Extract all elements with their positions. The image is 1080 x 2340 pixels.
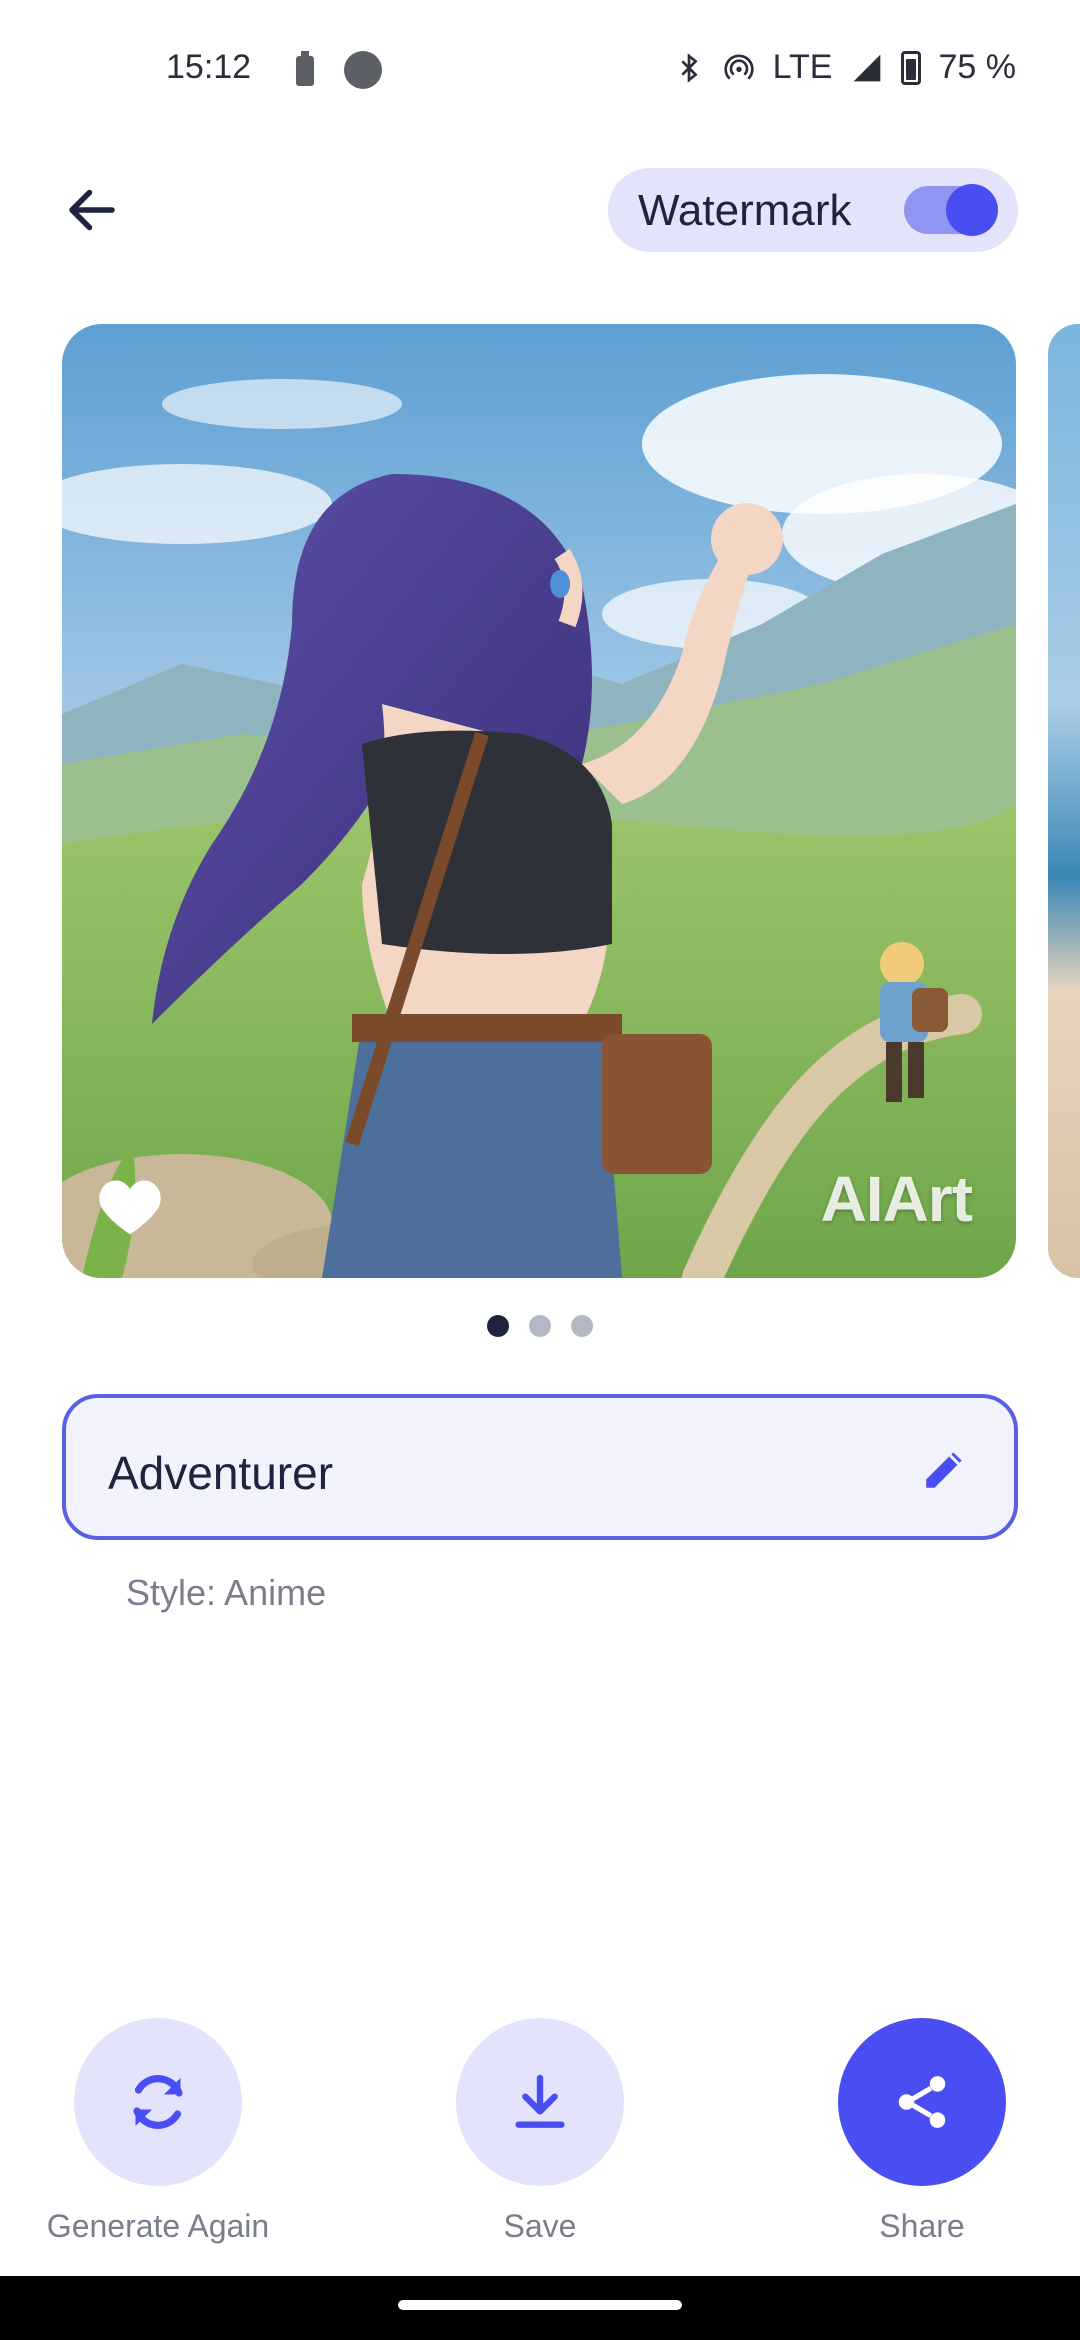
signal-icon bbox=[853, 54, 880, 81]
watermark-toggle-chip[interactable]: Watermark bbox=[608, 168, 1018, 252]
notification-dot-icon bbox=[344, 51, 382, 89]
generate-again-button[interactable]: Generate Again bbox=[38, 2018, 278, 2245]
next-artwork-preview[interactable] bbox=[1048, 324, 1080, 1278]
save-button[interactable]: Save bbox=[420, 2018, 660, 2245]
battery-saver-icon bbox=[296, 51, 314, 86]
generate-again-circle[interactable] bbox=[74, 2018, 242, 2186]
network-type: LTE bbox=[772, 48, 833, 86]
artwork-title-field[interactable]: Adventurer bbox=[62, 1394, 1018, 1540]
download-icon bbox=[515, 2074, 565, 2128]
artwork-carousel[interactable]: AIArt bbox=[62, 324, 1080, 1278]
share-icon bbox=[898, 2076, 946, 2128]
page-dot-3[interactable] bbox=[571, 1315, 593, 1337]
system-nav-bar bbox=[0, 2276, 1080, 2340]
image-watermark: AIArt bbox=[820, 1163, 973, 1235]
status-icons: LTE 75 % bbox=[673, 48, 1016, 87]
home-gesture-handle[interactable] bbox=[398, 2300, 682, 2310]
switch-knob bbox=[946, 184, 998, 236]
artwork-title: Adventurer bbox=[108, 1447, 334, 1499]
hotspot-icon bbox=[724, 54, 754, 80]
artwork-image[interactable]: AIArt bbox=[62, 324, 1016, 1278]
back-arrow-icon[interactable] bbox=[62, 180, 122, 240]
share-label: Share bbox=[879, 2208, 965, 2244]
battery-percent: 75 % bbox=[938, 48, 1017, 86]
status-time: 15:12 bbox=[166, 48, 252, 86]
page-dot-1[interactable] bbox=[487, 1315, 509, 1337]
share-button[interactable]: Share bbox=[802, 2018, 1042, 2245]
artwork-illustration bbox=[62, 324, 1016, 1278]
artwork-style: Style: Anime bbox=[126, 1572, 327, 1613]
page-dot-2[interactable] bbox=[529, 1315, 551, 1337]
generate-again-label: Generate Again bbox=[46, 2208, 270, 2244]
favorite-heart-icon[interactable] bbox=[96, 1174, 164, 1238]
bluetooth-icon bbox=[681, 52, 698, 83]
save-circle[interactable] bbox=[456, 2018, 624, 2186]
watermark-label: Watermark bbox=[638, 186, 852, 235]
share-circle[interactable] bbox=[838, 2018, 1006, 2186]
page-indicator bbox=[0, 1315, 1080, 1337]
battery-icon bbox=[900, 50, 921, 85]
status-bar: 15:12 LTE 75 % bbox=[0, 0, 1080, 140]
save-label: Save bbox=[503, 2208, 577, 2244]
edit-pencil-icon[interactable] bbox=[920, 1444, 970, 1494]
refresh-icon bbox=[133, 2075, 183, 2129]
watermark-switch[interactable] bbox=[904, 184, 998, 236]
